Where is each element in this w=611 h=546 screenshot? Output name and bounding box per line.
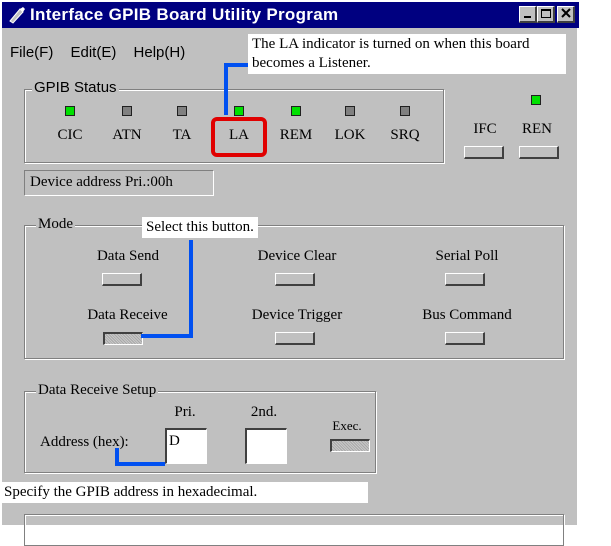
menu-edit[interactable]: Edit(E) — [71, 44, 117, 61]
exec-label: Exec. — [332, 418, 362, 433]
lok-label: LOK — [334, 127, 366, 143]
app-icon — [9, 7, 25, 24]
second-address-input[interactable] — [245, 428, 287, 464]
device-trigger-button[interactable] — [275, 332, 315, 345]
ren-indicator — [531, 95, 541, 105]
data-send-label: Data Send — [96, 248, 160, 264]
bus-command-label: Bus Command — [422, 307, 512, 323]
menu-file[interactable]: File(F) — [10, 44, 53, 61]
lower-group — [24, 514, 564, 546]
cic-label: CIC — [57, 127, 83, 143]
menu-help[interactable]: Help(H) — [134, 44, 186, 61]
ifc-button[interactable] — [464, 146, 504, 159]
menu-bar: File(F) Edit(E) Help(H) — [10, 44, 198, 61]
device-clear-label: Device Clear — [257, 248, 337, 264]
window-title: Interface GPIB Board Utility Program — [30, 5, 339, 24]
srq-label: SRQ — [390, 127, 420, 143]
rem-label: REM — [279, 127, 313, 143]
address-callout: Specify the GPIB address in hexadecimal. — [0, 482, 368, 503]
la-callout-line-v — [224, 63, 228, 115]
device-clear-button[interactable] — [275, 273, 315, 286]
select-callout-line-h — [141, 334, 193, 338]
ta-label: TA — [172, 127, 192, 143]
minimize-button[interactable] — [519, 6, 537, 23]
select-callout: Select this button. — [142, 217, 258, 238]
srq-indicator — [400, 106, 410, 116]
serial-poll-label: Serial Poll — [435, 248, 499, 264]
la-highlight-box — [211, 117, 267, 157]
maximize-icon — [540, 9, 551, 18]
ren-button[interactable] — [519, 146, 559, 159]
close-icon — [560, 8, 571, 18]
lok-indicator — [345, 106, 355, 116]
title-bar[interactable]: Interface GPIB Board Utility Program — [2, 2, 579, 28]
mode-label: Mode — [36, 216, 75, 233]
data-send-button[interactable] — [102, 273, 142, 286]
ta-indicator — [177, 106, 187, 116]
device-trigger-label: Device Trigger — [251, 307, 343, 323]
second-label: 2nd. — [250, 404, 278, 420]
select-callout-line-v — [189, 240, 193, 338]
gpib-status-label: GPIB Status — [32, 79, 119, 96]
rem-indicator — [291, 106, 301, 116]
serial-poll-button[interactable] — [445, 273, 485, 286]
exec-button[interactable] — [330, 439, 370, 452]
ifc-label: IFC — [473, 121, 497, 137]
minimize-icon — [523, 16, 531, 18]
la-callout: The LA indicator is turned on when this … — [248, 34, 566, 74]
bus-command-button[interactable] — [445, 332, 485, 345]
address-callout-line-h — [115, 462, 165, 466]
ren-label: REN — [522, 121, 552, 137]
pri-label: Pri. — [174, 404, 196, 420]
maximize-button[interactable] — [537, 6, 555, 23]
pri-address-input[interactable]: D — [165, 428, 207, 464]
atn-indicator — [122, 106, 132, 116]
data-receive-label: Data Receive — [87, 307, 168, 323]
la-indicator — [234, 106, 244, 116]
app-window: Interface GPIB Board Utility Program Fil… — [0, 0, 579, 546]
atn-label: ATN — [112, 127, 142, 143]
receive-setup-label: Data Receive Setup — [36, 382, 159, 399]
close-button[interactable] — [557, 6, 575, 23]
cic-indicator — [65, 106, 75, 116]
data-receive-button[interactable] — [103, 332, 143, 345]
device-address-display: Device address Pri.:00h — [24, 170, 214, 196]
